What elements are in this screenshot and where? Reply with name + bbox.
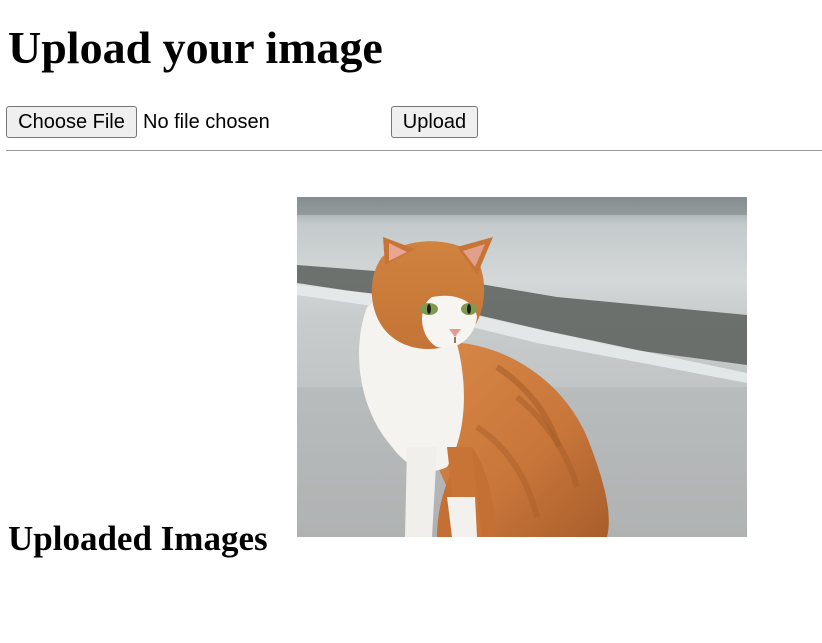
uploaded-image-cat (297, 197, 747, 537)
divider (6, 150, 822, 151)
choose-file-button[interactable]: Choose File (6, 106, 137, 138)
uploaded-images-heading: Uploaded Images (8, 519, 268, 558)
file-status-text: No file chosen (143, 111, 270, 133)
page-title: Upload your image (8, 22, 383, 73)
upload-button[interactable]: Upload (391, 106, 478, 138)
